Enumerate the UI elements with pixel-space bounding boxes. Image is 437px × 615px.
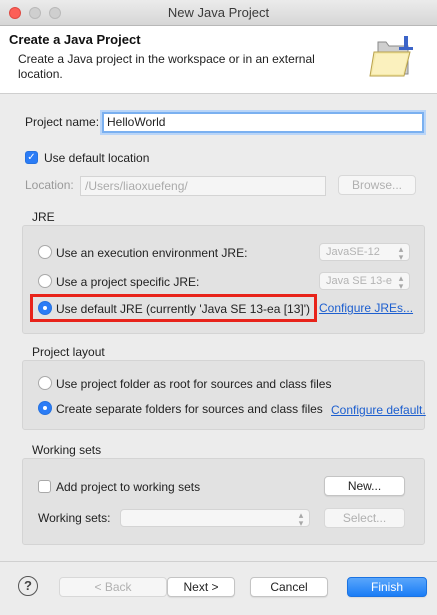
layout-option-separate-label: Create separate folders for sources and …	[56, 402, 323, 416]
configure-default-link[interactable]: Configure default.	[331, 403, 426, 417]
finish-button[interactable]: Finish	[347, 577, 427, 597]
wizard-description: Create a Java project in the workspace o…	[18, 52, 315, 81]
project-specific-jre-select[interactable]: Java SE 13-e ▴ ▾	[319, 272, 410, 290]
layout-option-separate-radio[interactable]	[38, 401, 52, 415]
layout-option-root-label: Use project folder as root for sources a…	[56, 377, 332, 391]
next-button[interactable]: Next >	[167, 577, 235, 597]
working-sets-group-title: Working sets	[32, 443, 102, 457]
layout-option-root-radio[interactable]	[38, 376, 52, 390]
jre-option-project-specific-label: Use a project specific JRE:	[56, 275, 200, 289]
use-default-location-checkbox[interactable]: ✓	[25, 151, 38, 164]
wizard-title: Create a Java Project	[9, 32, 141, 47]
use-default-location-label: Use default location	[44, 151, 150, 165]
project-name-label: Project name:	[25, 115, 100, 129]
cancel-button[interactable]: Cancel	[250, 577, 328, 597]
jre-option-exec-env-radio[interactable]	[38, 245, 52, 259]
select-working-sets-button[interactable]: Select...	[324, 508, 405, 528]
jre-option-default-radio[interactable]	[38, 301, 52, 315]
select-arrows-icon: ▴ ▾	[298, 510, 304, 527]
select-arrows-icon: ▴ ▾	[398, 244, 404, 261]
help-icon[interactable]: ?	[18, 576, 38, 596]
folder-icon	[369, 36, 413, 77]
exec-env-select-value: JavaSE-12	[326, 246, 380, 258]
location-label: Location:	[25, 178, 74, 192]
jre-option-default-label: Use default JRE (currently 'Java SE 13-e…	[56, 302, 311, 316]
configure-jres-link[interactable]: Configure JREs...	[319, 301, 413, 315]
project-specific-jre-select-value: Java SE 13-e	[326, 275, 393, 287]
working-sets-select[interactable]: ▴ ▾	[120, 509, 310, 527]
exec-env-select[interactable]: JavaSE-12 ▴ ▾	[319, 243, 410, 261]
jre-option-exec-env-label: Use an execution environment JRE:	[56, 246, 248, 260]
add-to-working-sets-label: Add project to working sets	[56, 480, 201, 494]
wizard-header: Create a Java Project Create a Java proj…	[0, 26, 437, 94]
project-name-input[interactable]: HelloWorld	[102, 112, 424, 133]
working-sets-group	[22, 458, 425, 545]
window-title: New Java Project	[167, 5, 270, 20]
project-layout-group-title: Project layout	[32, 345, 105, 359]
add-to-working-sets-checkbox[interactable]	[38, 480, 51, 493]
footer-divider	[0, 561, 437, 562]
jre-option-project-specific-radio[interactable]	[38, 274, 52, 288]
project-layout-group	[22, 360, 425, 430]
working-sets-label: Working sets:	[38, 511, 111, 525]
new-working-set-button[interactable]: New...	[324, 476, 405, 496]
jre-group-title: JRE	[32, 210, 55, 224]
location-input[interactable]: /Users/liaoxuefeng/	[80, 176, 326, 196]
title-bar[interactable]: New Java Project	[0, 0, 437, 26]
back-button[interactable]: < Back	[59, 577, 167, 597]
select-arrows-icon: ▴ ▾	[398, 273, 404, 290]
browse-button[interactable]: Browse...	[338, 175, 416, 195]
